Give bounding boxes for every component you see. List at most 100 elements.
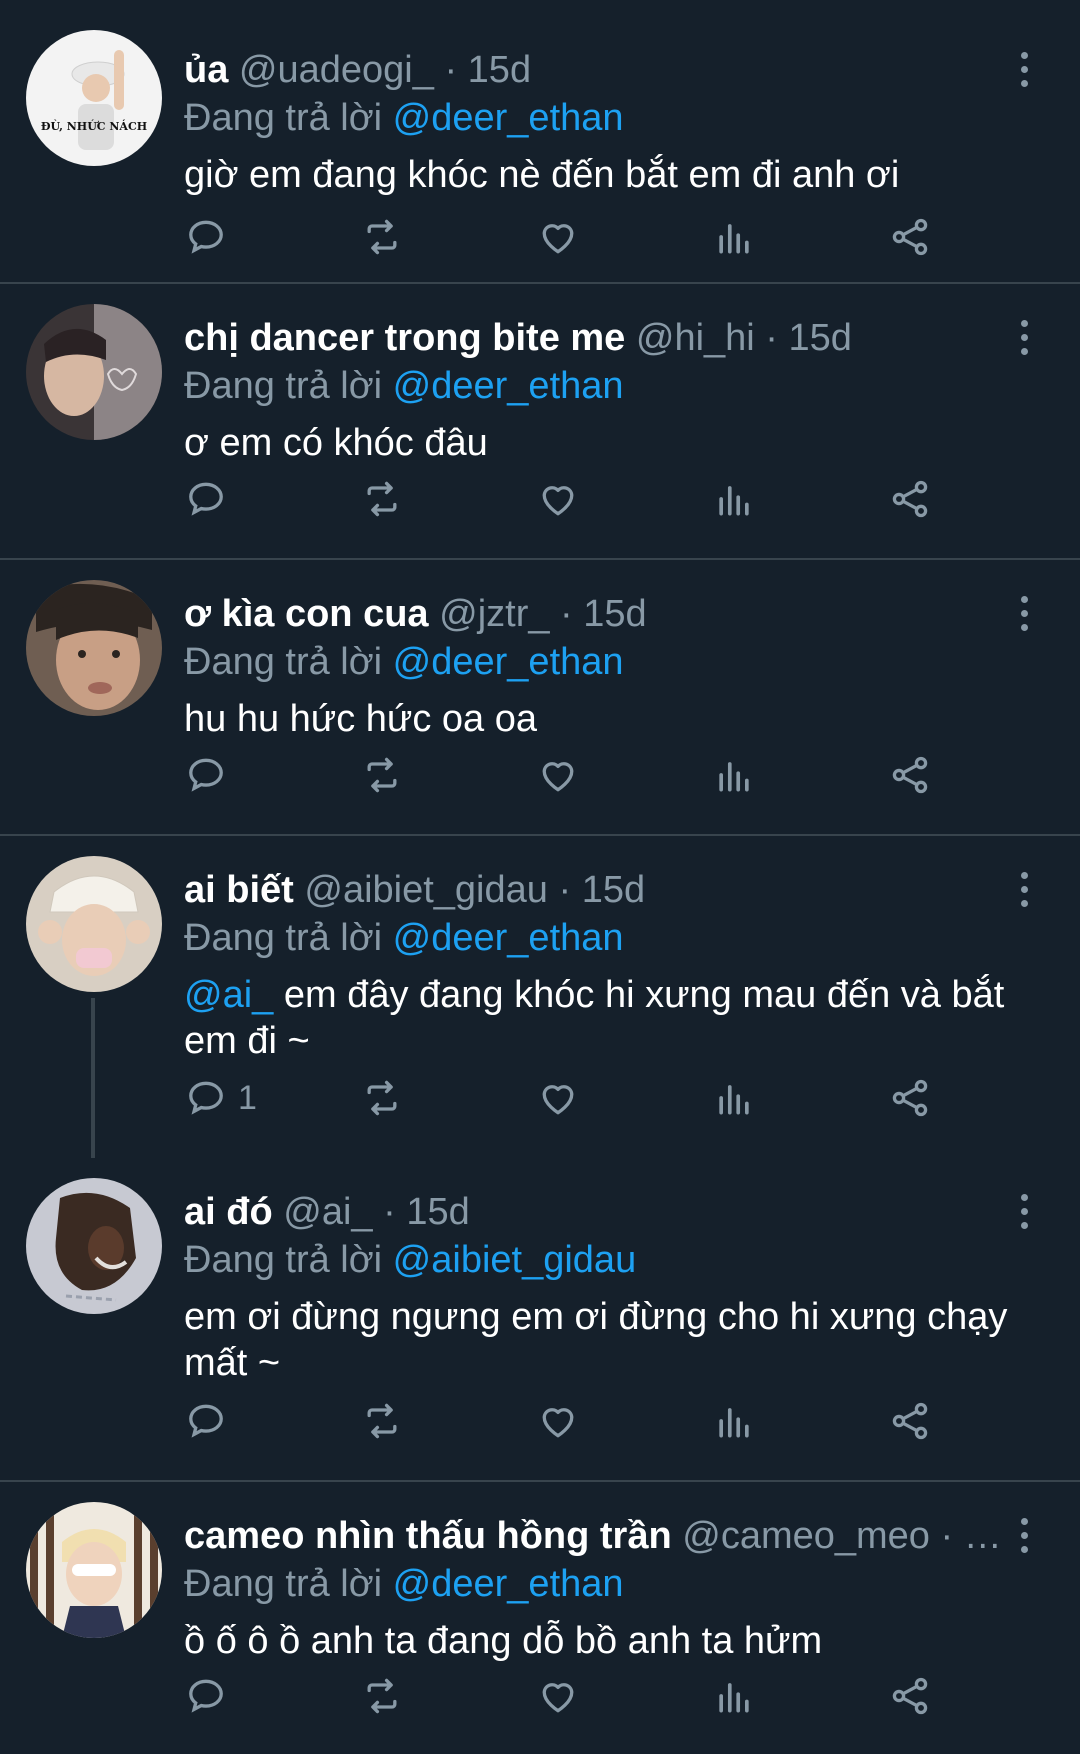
avatar-image xyxy=(26,304,162,440)
more-vertical-icon[interactable] xyxy=(1014,320,1034,356)
dot-separator: · xyxy=(372,1191,407,1233)
analytics-icon xyxy=(719,224,749,254)
reply-icon xyxy=(189,1679,223,1713)
share-button[interactable] xyxy=(888,751,932,799)
like-icon xyxy=(542,224,574,254)
like-button[interactable] xyxy=(536,1074,580,1122)
avatar-image: ĐÙ, NHỨC NÁCH xyxy=(26,30,162,166)
reply-button[interactable] xyxy=(184,751,238,799)
reply-icon xyxy=(189,220,223,254)
action-bar xyxy=(184,1672,1034,1720)
retweet-button[interactable] xyxy=(360,751,404,799)
analytics-icon xyxy=(719,1408,749,1438)
retweet-icon xyxy=(367,1080,397,1116)
analytics-button[interactable] xyxy=(712,1074,756,1122)
handle[interactable]: @cameo_meo xyxy=(682,1515,930,1557)
handle[interactable]: @aibiet_gidau xyxy=(304,869,548,911)
like-icon xyxy=(542,1085,574,1115)
display-name[interactable]: ai biết xyxy=(184,869,294,911)
tweet[interactable]: cameo nhìn thấu hồng trần @cameo_meo · …… xyxy=(0,1482,1080,1754)
avatar[interactable] xyxy=(26,304,162,440)
retweet-button[interactable] xyxy=(360,1672,404,1720)
replying-to-mention[interactable]: @aibiet_gidau xyxy=(393,1239,637,1281)
like-button[interactable] xyxy=(536,475,580,523)
replying-to-mention[interactable]: @deer_ethan xyxy=(393,1563,624,1605)
like-button[interactable] xyxy=(536,213,580,261)
analytics-icon xyxy=(719,486,749,516)
display-name[interactable]: ai đó xyxy=(184,1191,273,1233)
share-button[interactable] xyxy=(888,475,932,523)
replying-to: Đang trả lời @aibiet_gidau xyxy=(184,1236,636,1284)
tweet-header: cameo nhìn thấu hồng trần @cameo_meo · … xyxy=(184,1512,1004,1560)
handle[interactable]: @ai_ xyxy=(283,1191,372,1233)
replying-to-label: Đang trả lời xyxy=(184,365,383,407)
handle[interactable]: @uadeogi_ xyxy=(239,49,434,91)
timestamp[interactable]: 15d xyxy=(582,869,645,911)
replying-to-mention[interactable]: @deer_ethan xyxy=(393,917,624,959)
analytics-button[interactable] xyxy=(712,213,756,261)
timestamp[interactable]: 15d xyxy=(468,49,531,91)
analytics-button[interactable] xyxy=(712,751,756,799)
avatar[interactable] xyxy=(26,580,162,716)
dot-separator: · xyxy=(547,869,582,911)
timestamp[interactable]: 15d xyxy=(583,593,646,635)
tweet[interactable]: ơ kìa con cua @jztr_ · 15d Đang trả lời … xyxy=(0,560,1080,836)
more-vertical-icon[interactable] xyxy=(1014,872,1034,908)
inline-mention[interactable]: @ai_ xyxy=(184,974,273,1016)
tweet[interactable]: ĐÙ, NHỨC NÁCH ủa @uadeogi_ · 15d Đang tr… xyxy=(0,16,1080,284)
avatar[interactable] xyxy=(26,1178,162,1314)
like-button[interactable] xyxy=(536,1397,580,1445)
share-button[interactable] xyxy=(888,1074,932,1122)
handle[interactable]: @jztr_ xyxy=(439,593,549,635)
more-vertical-icon[interactable] xyxy=(1014,596,1034,632)
tweet-body: em đây đang khóc hi xưng mau đến và bắt … xyxy=(184,974,1005,1062)
reply-icon xyxy=(189,1081,223,1115)
tweet[interactable]: chị dancer trong bite me @hi_hi · 15d Đa… xyxy=(0,284,1080,560)
share-button[interactable] xyxy=(888,213,932,261)
more-vertical-icon[interactable] xyxy=(1014,1518,1034,1554)
handle[interactable]: @hi_hi xyxy=(636,317,755,359)
avatar-image xyxy=(26,856,162,992)
timestamp[interactable]: 15d xyxy=(789,317,852,359)
reply-button[interactable] xyxy=(184,1672,238,1720)
tweet[interactable]: ai biết @aibiet_gidau · 15d Đang trả lời… xyxy=(0,836,1080,1158)
display-name[interactable]: chị dancer trong bite me xyxy=(184,317,625,359)
replying-to-mention[interactable]: @deer_ethan xyxy=(393,641,624,683)
analytics-button[interactable] xyxy=(712,1397,756,1445)
tweet-text: em ơi đừng ngưng em ơi đừng cho hi xưng … xyxy=(184,1294,1054,1386)
reply-button[interactable] xyxy=(184,213,238,261)
replying-to-mention[interactable]: @deer_ethan xyxy=(393,97,624,139)
reply-button[interactable]: 1 xyxy=(184,1074,257,1122)
tweet-header: ai biết @aibiet_gidau · 15d xyxy=(184,866,1004,914)
share-icon xyxy=(892,756,928,794)
analytics-button[interactable] xyxy=(712,475,756,523)
share-icon xyxy=(892,1402,928,1440)
tweet-header: chị dancer trong bite me @hi_hi · 15d xyxy=(184,314,1004,362)
reply-feed: ĐÙ, NHỨC NÁCH ủa @uadeogi_ · 15d Đang tr… xyxy=(0,0,1080,1754)
replying-to-mention[interactable]: @deer_ethan xyxy=(393,365,624,407)
tweet-text: hu hu hức hức oa oa xyxy=(184,696,1054,742)
more-vertical-icon[interactable] xyxy=(1014,1194,1034,1230)
share-button[interactable] xyxy=(888,1397,932,1445)
retweet-button[interactable] xyxy=(360,1074,404,1122)
retweet-button[interactable] xyxy=(360,1397,404,1445)
more-vertical-icon[interactable] xyxy=(1014,52,1034,88)
retweet-button[interactable] xyxy=(360,213,404,261)
share-button[interactable] xyxy=(888,1672,932,1720)
like-button[interactable] xyxy=(536,751,580,799)
avatar[interactable] xyxy=(26,1502,162,1638)
replying-to-label: Đang trả lời xyxy=(184,641,383,683)
display-name[interactable]: cameo nhìn thấu hồng trần xyxy=(184,1515,672,1557)
display-name[interactable]: ủa xyxy=(184,49,228,91)
display-name[interactable]: ơ kìa con cua xyxy=(184,593,429,635)
retweet-button[interactable] xyxy=(360,475,404,523)
tweet[interactable]: ai đó @ai_ · 15d Đang trả lời @aibiet_gi… xyxy=(0,1158,1080,1482)
avatar[interactable]: ĐÙ, NHỨC NÁCH xyxy=(26,30,162,166)
like-button[interactable] xyxy=(536,1672,580,1720)
timestamp[interactable]: 15d xyxy=(406,1191,469,1233)
reply-button[interactable] xyxy=(184,1397,238,1445)
retweet-icon xyxy=(367,1678,397,1714)
avatar[interactable] xyxy=(26,856,162,992)
analytics-button[interactable] xyxy=(712,1672,756,1720)
reply-button[interactable] xyxy=(184,475,238,523)
